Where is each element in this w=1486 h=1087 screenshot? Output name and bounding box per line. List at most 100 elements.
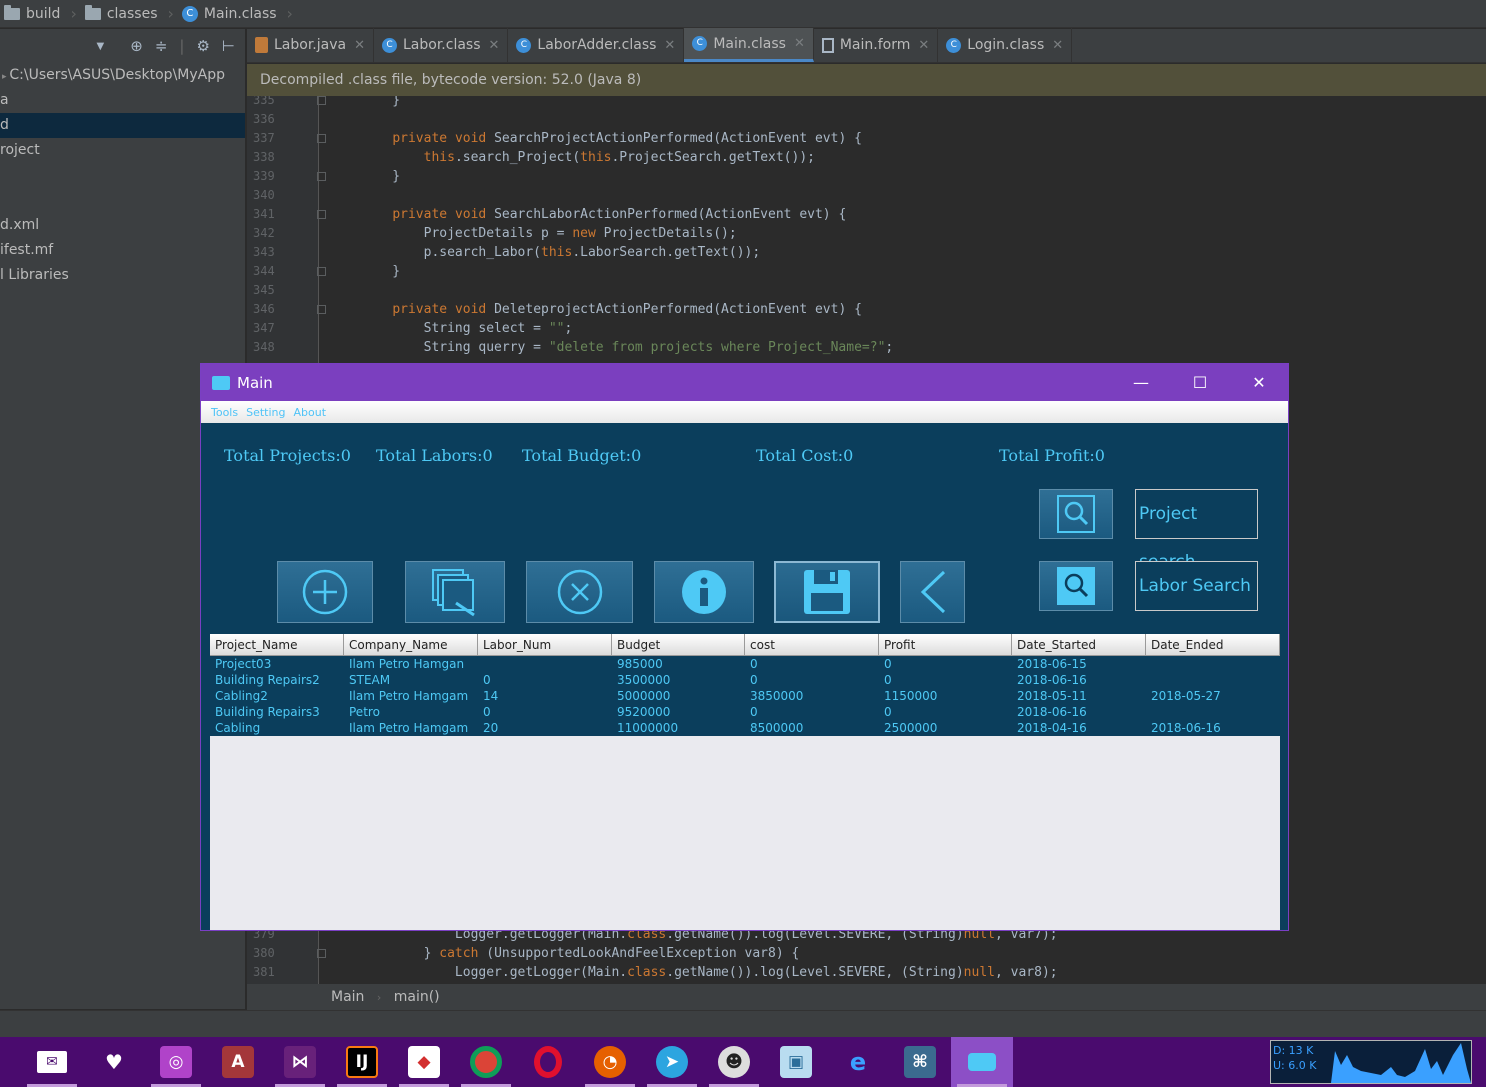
column-header[interactable]: Profit bbox=[879, 634, 1012, 656]
taskbar-visual-studio[interactable]: ⋈ bbox=[269, 1037, 331, 1087]
fold-marker-icon[interactable] bbox=[317, 96, 326, 105]
editor-breadcrumb: Main › main() bbox=[247, 984, 1486, 1010]
breadcrumb-main-class[interactable]: C Main.class bbox=[178, 0, 283, 28]
close-icon[interactable]: ✕ bbox=[918, 38, 929, 53]
table-row[interactable]: Building Repairs3 Petro 0 9520000 0 0 2018-06-… bbox=[210, 704, 1280, 720]
taskbar-instagram[interactable]: ◎ bbox=[145, 1037, 207, 1087]
taskbar-opera[interactable] bbox=[517, 1037, 579, 1087]
fold-marker-icon[interactable] bbox=[317, 172, 326, 181]
tree-item[interactable]: ifest.mf bbox=[0, 238, 245, 263]
taskbar-intellij[interactable]: IJ bbox=[331, 1037, 393, 1087]
dropdown-arrow-icon[interactable]: ▼ bbox=[97, 41, 105, 52]
breadcrumb-method[interactable]: main() bbox=[394, 989, 440, 1005]
menu-tools[interactable]: Tools bbox=[211, 406, 238, 419]
menu-setting[interactable]: Setting bbox=[246, 406, 285, 419]
fold-marker-icon[interactable] bbox=[317, 210, 326, 219]
taskbar-edge[interactable]: e bbox=[827, 1037, 889, 1087]
labor-search-button[interactable]: Labor Search bbox=[1135, 561, 1258, 611]
breadcrumb-build[interactable]: build bbox=[0, 0, 66, 28]
table-row[interactable]: Building Repairs2 STEAM 0 3500000 0 0 2018-06-… bbox=[210, 672, 1280, 688]
delete-project-button[interactable] bbox=[526, 561, 633, 623]
code-text: } bbox=[361, 169, 401, 184]
close-button[interactable]: ✕ bbox=[1230, 364, 1288, 401]
hide-panel-icon[interactable]: ⊢ bbox=[222, 37, 235, 55]
project-search-button[interactable]: Project search bbox=[1135, 489, 1258, 572]
back-button[interactable] bbox=[900, 561, 965, 623]
column-header[interactable]: Date_Started bbox=[1012, 634, 1146, 656]
table-cell: Ilam Petro Hamgan bbox=[349, 657, 465, 671]
project-search-icon-button[interactable] bbox=[1039, 489, 1113, 539]
code-text: p.search_Labor(this.LaborSearch.getText(… bbox=[361, 245, 761, 260]
table-row[interactable]: Cabling2 Ilam Petro Hamgam 14 5000000 385000… bbox=[210, 688, 1280, 704]
labor-search-icon-button[interactable] bbox=[1039, 561, 1113, 611]
close-icon[interactable]: ✕ bbox=[1052, 38, 1063, 53]
column-header[interactable]: Labor_Num bbox=[478, 634, 612, 656]
tree-item[interactable]: a bbox=[0, 88, 245, 113]
fold-marker-icon[interactable] bbox=[317, 305, 326, 314]
firefox-icon: ◔ bbox=[594, 1046, 626, 1078]
close-icon[interactable]: ✕ bbox=[354, 38, 365, 53]
taskbar-mysql[interactable]: ⌘ bbox=[889, 1037, 951, 1087]
project-info-button[interactable] bbox=[654, 561, 754, 623]
table-row[interactable]: Project03 Ilam Petro Hamgan 985000 0 0 2018-0… bbox=[210, 656, 1280, 672]
collapse-all-icon[interactable]: ≑ bbox=[155, 37, 168, 55]
taskbar-mail[interactable]: ✉ bbox=[21, 1037, 83, 1087]
fold-marker-icon[interactable] bbox=[317, 134, 326, 143]
column-header[interactable]: cost bbox=[745, 634, 879, 656]
column-header[interactable]: Budget bbox=[612, 634, 745, 656]
tree-item-selected[interactable]: d bbox=[0, 113, 245, 138]
projects-table[interactable]: Project_Name Company_Name Labor_Num Budget c… bbox=[210, 634, 1280, 930]
add-project-button[interactable] bbox=[277, 561, 373, 623]
taskbar-app-face[interactable]: ☻ bbox=[703, 1037, 765, 1087]
breadcrumb-class[interactable]: Main bbox=[331, 989, 364, 1005]
tree-item[interactable]: d.xml bbox=[0, 213, 245, 238]
table-cell: Petro bbox=[349, 705, 380, 719]
tab-laboradder-class[interactable]: C LaborAdder.class ✕ bbox=[508, 28, 685, 62]
code-line: 338 this.search_Project(this.ProjectSear… bbox=[247, 148, 1486, 167]
taskbar-app-red[interactable]: ◆ bbox=[393, 1037, 455, 1087]
minimize-button[interactable]: — bbox=[1112, 364, 1170, 401]
tree-item[interactable] bbox=[0, 163, 245, 188]
tab-main-form[interactable]: Main.form ✕ bbox=[814, 28, 939, 62]
decompiled-banner: Decompiled .class file, bytecode version… bbox=[247, 64, 1486, 96]
table-row[interactable]: Cabling Ilam Petro Hamgam 20 11000000 850000… bbox=[210, 720, 1280, 736]
tab-labor-class[interactable]: C Labor.class ✕ bbox=[374, 28, 509, 62]
tree-item[interactable]: l Libraries bbox=[0, 263, 245, 288]
edit-project-button[interactable] bbox=[405, 561, 505, 623]
mysql-workbench-icon: ⌘ bbox=[904, 1046, 936, 1078]
maximize-button[interactable]: ☐ bbox=[1171, 364, 1229, 401]
column-header[interactable]: Project_Name bbox=[210, 634, 344, 656]
close-icon[interactable]: ✕ bbox=[794, 36, 805, 51]
table-cell: Ilam Petro Hamgam bbox=[349, 721, 469, 735]
save-button[interactable] bbox=[774, 561, 880, 623]
folder-icon bbox=[4, 4, 20, 20]
tree-item[interactable]: roject bbox=[0, 138, 245, 163]
close-icon[interactable]: ✕ bbox=[489, 38, 500, 53]
taskbar-access[interactable]: A bbox=[207, 1037, 269, 1087]
locate-icon[interactable]: ⊕ bbox=[130, 37, 143, 55]
gear-icon[interactable]: ⚙ bbox=[196, 37, 209, 55]
close-icon[interactable]: ✕ bbox=[664, 38, 675, 53]
tree-item[interactable] bbox=[0, 188, 245, 213]
taskbar-chrome[interactable] bbox=[455, 1037, 517, 1087]
table-cell: 3500000 bbox=[617, 673, 671, 687]
column-header[interactable]: Date_Ended bbox=[1146, 634, 1280, 656]
taskbar-telegram[interactable]: ➤ bbox=[641, 1037, 703, 1087]
taskbar-3d-box[interactable]: ▣ bbox=[765, 1037, 827, 1087]
breadcrumb-classes[interactable]: classes bbox=[81, 0, 164, 28]
menu-about[interactable]: About bbox=[294, 406, 327, 419]
taskbar-iheart[interactable]: ♥ bbox=[83, 1037, 145, 1087]
column-header[interactable]: Company_Name bbox=[344, 634, 478, 656]
fold-marker-icon[interactable] bbox=[317, 267, 326, 276]
tab-labor-java[interactable]: Labor.java ✕ bbox=[247, 28, 374, 62]
tree-item-root[interactable]: ▸ C:\Users\ASUS\Desktop\MyApp bbox=[0, 63, 245, 88]
tab-main-class[interactable]: C Main.class ✕ bbox=[684, 28, 814, 62]
fold-marker-icon[interactable] bbox=[317, 949, 326, 958]
tab-login-class[interactable]: C Login.class ✕ bbox=[938, 28, 1073, 62]
taskbar-firefox[interactable]: ◔ bbox=[579, 1037, 641, 1087]
divider: | bbox=[179, 37, 185, 55]
add-icon bbox=[302, 569, 348, 615]
taskbar-main-app[interactable] bbox=[951, 1037, 1013, 1087]
window-titlebar[interactable]: Main — ☐ ✕ bbox=[201, 364, 1288, 401]
intellij-icon: IJ bbox=[346, 1046, 378, 1078]
